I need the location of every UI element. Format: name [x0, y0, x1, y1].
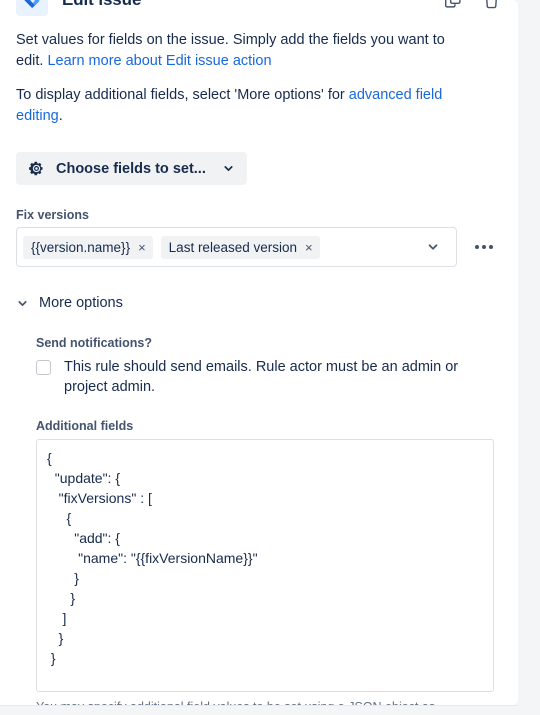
fix-versions-tags: {{version.name}} × Last released version… — [23, 235, 420, 259]
more-options-label: More options — [39, 295, 123, 311]
intro-paragraph-2: To display additional fields, select 'Mo… — [16, 85, 476, 127]
fix-versions-select[interactable]: {{version.name}} × Last released version… — [16, 227, 457, 267]
send-notifications-label: Send notifications? — [36, 336, 152, 350]
send-notifications-checkbox[interactable] — [36, 360, 51, 375]
chevron-down-icon[interactable] — [420, 240, 450, 254]
send-notifications-row: This rule should send emails. Rule actor… — [36, 357, 502, 397]
edit-issue-panel: Edit issue Set values for fields on the … — [0, 0, 518, 705]
choose-fields-label: Choose fields to set... — [56, 160, 206, 177]
tag-label: {{version.name}} — [31, 239, 131, 255]
fix-versions-field: Fix versions {{version.name}} × Last rel… — [16, 208, 502, 267]
more-horizontal-icon[interactable] — [473, 239, 495, 255]
intro-paragraph-1: Set values for fields on the issue. Simp… — [16, 30, 476, 72]
duplicate-icon[interactable] — [442, 0, 464, 11]
choose-fields-button[interactable]: Choose fields to set... — [16, 152, 247, 185]
tag-last-released-version[interactable]: Last released version × — [160, 235, 320, 259]
remove-tag-icon[interactable]: × — [138, 241, 146, 254]
jira-edit-issue-icon — [16, 0, 48, 16]
more-options-toggle[interactable]: More options — [16, 295, 123, 311]
remove-tag-icon[interactable]: × — [305, 241, 313, 254]
tag-label: Last released version — [168, 239, 297, 255]
header-actions — [442, 0, 502, 11]
dot — [482, 245, 486, 249]
dot — [475, 245, 479, 249]
more-options-content: Send notifications? This rule should sen… — [36, 336, 502, 705]
intro-text-2-end: . — [58, 108, 63, 124]
panel-body: Set values for fields on the issue. Simp… — [0, 22, 518, 705]
send-notifications-checkbox-label: This rule should send emails. Rule actor… — [64, 359, 459, 395]
intro-text-2: To display additional fields, select 'Mo… — [16, 87, 349, 103]
tag-version-name[interactable]: {{version.name}} × — [23, 235, 153, 259]
fix-versions-label: Fix versions — [16, 208, 89, 222]
gear-icon — [28, 160, 45, 177]
delete-icon[interactable] — [480, 0, 502, 11]
chevron-down-icon — [16, 297, 29, 310]
additional-fields-textarea[interactable]: { "update": { "fixVersions" : [ { "add":… — [36, 439, 494, 692]
chevron-down-icon — [222, 162, 235, 175]
page-title: Edit issue — [62, 0, 141, 10]
dot — [489, 245, 493, 249]
learn-more-link[interactable]: Learn more about Edit issue action — [47, 53, 271, 69]
fix-versions-row: {{version.name}} × Last released version… — [16, 227, 502, 267]
panel-bottom-divider — [0, 705, 518, 706]
panel-header: Edit issue — [0, 0, 518, 22]
additional-fields-label: Additional fields — [36, 419, 134, 433]
additional-fields-helper-text: You may specify additional field values … — [36, 698, 496, 705]
